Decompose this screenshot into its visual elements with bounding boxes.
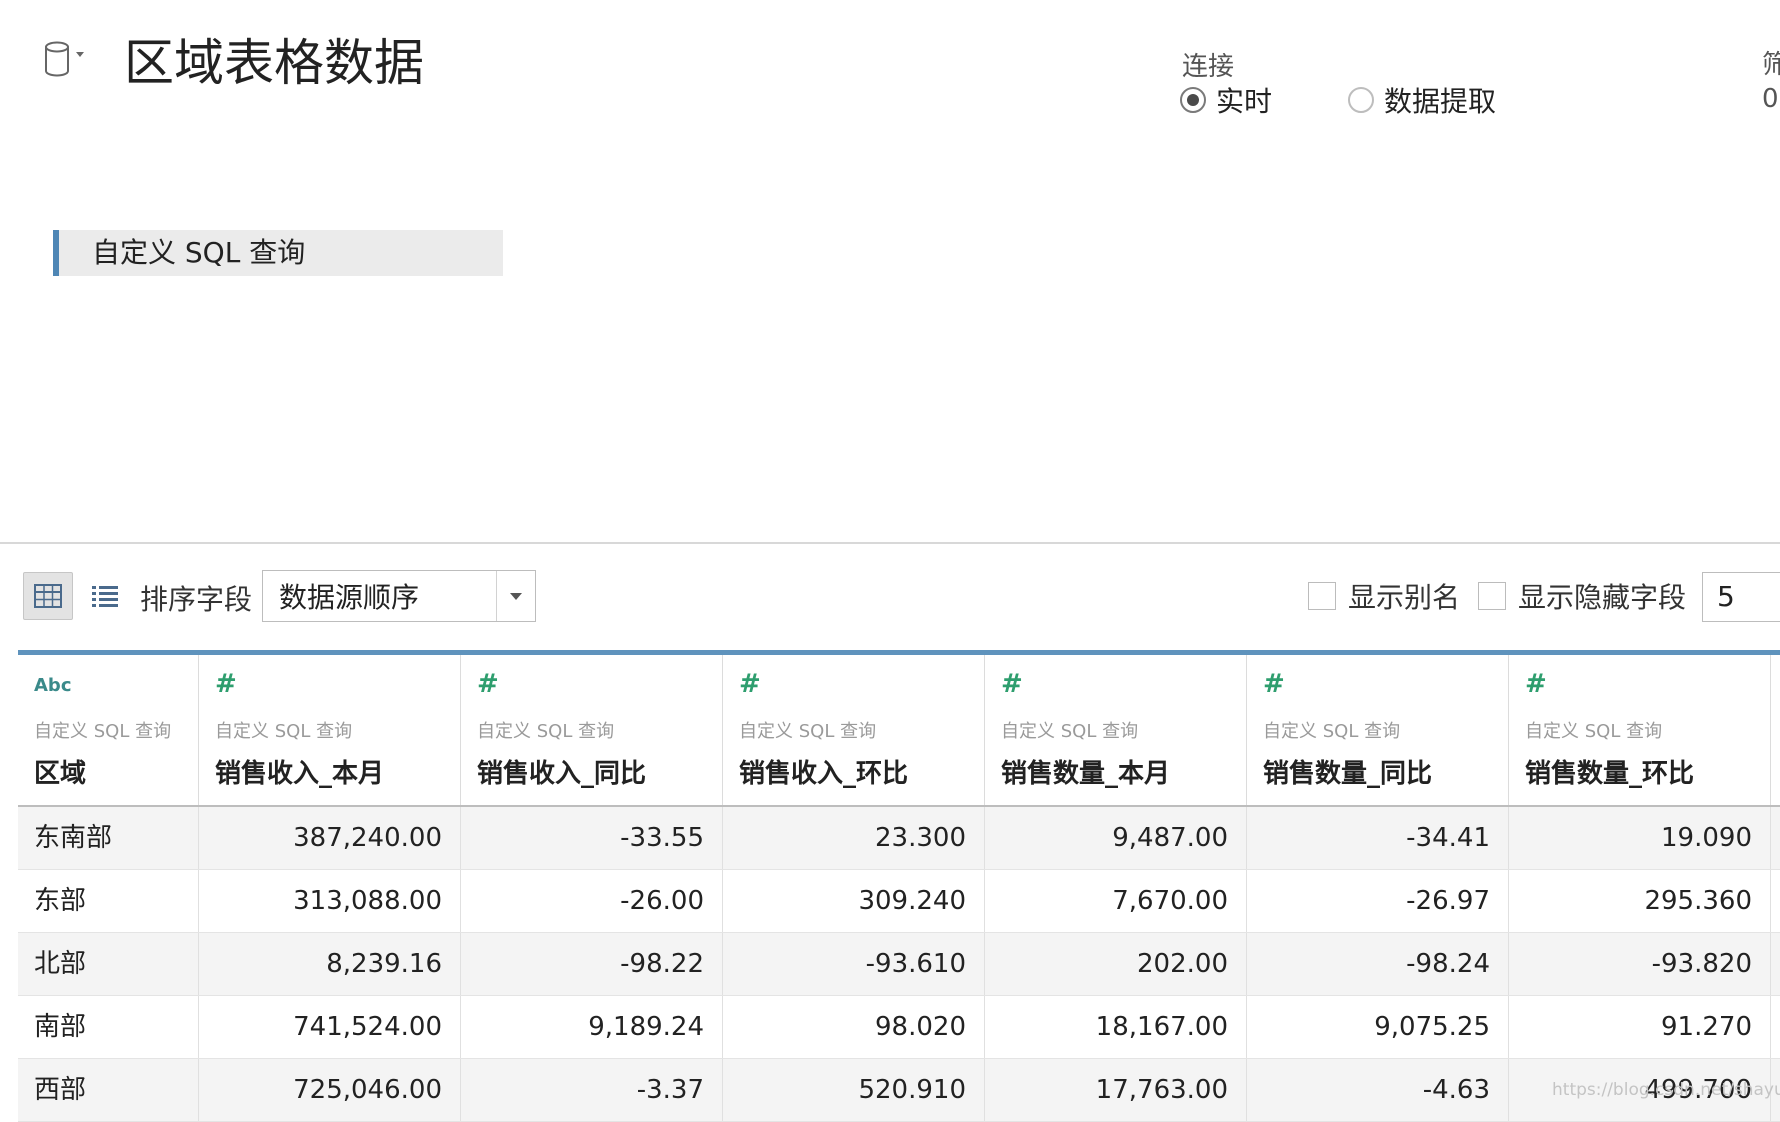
grid-header-row: Abc 自定义 SQL 查询 区域 # 自定义 SQL 查询 销售收入_本月 #… xyxy=(18,650,1780,807)
column-name: 销售收入_环比 xyxy=(739,759,909,789)
row-count-input[interactable]: 5 xyxy=(1702,572,1780,622)
table-cell[interactable]: -93.610 xyxy=(723,933,985,995)
column-source: 自定义 SQL 查询 xyxy=(1001,721,1139,742)
table-cell[interactable]: 387,240.00 xyxy=(199,807,461,869)
table-cell[interactable]: 西部 xyxy=(18,1059,199,1121)
connection-extract-radio[interactable]: 数据提取 xyxy=(1348,80,1496,120)
table-cell[interactable]: -26.97 xyxy=(1247,870,1509,932)
table-cell[interactable]: 9,189.24 xyxy=(461,996,723,1058)
column-header[interactable]: Abc 自定义 SQL 查询 区域 xyxy=(18,655,199,805)
connection-live-radio[interactable]: 实时 xyxy=(1180,80,1272,120)
number-type-icon[interactable]: # xyxy=(477,669,499,699)
table-cell[interactable]: 295.360 xyxy=(1509,870,1771,932)
column-header[interactable]: # 自定义 SQL 查询 销售数量_环比 xyxy=(1509,655,1771,805)
table-cell[interactable]: 9,487.00 xyxy=(985,807,1247,869)
table-cell[interactable]: -33.55 xyxy=(461,807,723,869)
table-cell[interactable]: 南部 xyxy=(18,996,199,1058)
radio-unselected-icon xyxy=(1348,87,1374,113)
column-name: 销售数量_同比 xyxy=(1263,759,1433,789)
table-cell[interactable]: 19.090 xyxy=(1509,807,1771,869)
show-hidden-fields-checkbox[interactable]: 显示隐藏字段 xyxy=(1478,576,1686,616)
table-cell[interactable]: 18,167.00 xyxy=(985,996,1247,1058)
show-hidden-fields-label: 显示隐藏字段 xyxy=(1518,581,1687,614)
table-cell[interactable]: 520.910 xyxy=(723,1059,985,1121)
table-cell[interactable]: -3.37 xyxy=(461,1059,723,1121)
table-cell[interactable]: 北部 xyxy=(18,933,199,995)
column-name: 销售数量_本月 xyxy=(1001,759,1171,789)
show-alias-label: 显示别名 xyxy=(1348,581,1461,614)
column-header[interactable]: # 自定义 SQL 查询 销售数量_本月 xyxy=(985,655,1247,805)
connection-extract-label: 数据提取 xyxy=(1384,85,1497,118)
pane-divider[interactable] xyxy=(0,542,1780,544)
filter-count-cut: 0 xyxy=(1762,84,1779,114)
chevron-down-icon[interactable] xyxy=(496,571,535,621)
custom-sql-table-chip[interactable]: 自定义 SQL 查询 xyxy=(53,230,503,276)
table-row: 北部 8,239.16 -98.22 -93.610 202.00 -98.24… xyxy=(18,933,1780,996)
checkbox-unchecked-icon xyxy=(1478,582,1506,610)
radio-selected-icon xyxy=(1180,87,1206,113)
table-cell[interactable]: 东部 xyxy=(18,870,199,932)
number-type-icon[interactable]: # xyxy=(215,669,237,699)
column-name: 销售收入_本月 xyxy=(215,759,385,789)
table-cell[interactable]: -98.22 xyxy=(461,933,723,995)
column-source: 自定义 SQL 查询 xyxy=(1263,721,1401,742)
sort-field-label: 排序字段 xyxy=(140,583,253,616)
checkbox-unchecked-icon xyxy=(1308,582,1336,610)
table-cell[interactable]: 91.270 xyxy=(1509,996,1771,1058)
column-name: 销售收入_同比 xyxy=(477,759,647,789)
column-header[interactable]: # 自定义 SQL 查询 销售收入_同比 xyxy=(461,655,723,805)
column-header[interactable]: # 自定义 SQL 查询 销售收入_本月 xyxy=(199,655,461,805)
table-cell[interactable]: 7,670.00 xyxy=(985,870,1247,932)
table-cell[interactable]: -4.63 xyxy=(1247,1059,1509,1121)
table-cell[interactable]: 东南部 xyxy=(18,807,199,869)
number-type-icon[interactable]: # xyxy=(1263,669,1285,699)
table-row: 西部 725,046.00 -3.37 520.910 17,763.00 -4… xyxy=(18,1059,1780,1122)
number-type-icon[interactable]: # xyxy=(1525,669,1547,699)
table-row: 东部 313,088.00 -26.00 309.240 7,670.00 -2… xyxy=(18,870,1780,933)
column-name: 区域 xyxy=(34,759,87,789)
list-view-button[interactable] xyxy=(88,572,122,620)
sort-field-value: 数据源顺序 xyxy=(279,581,420,614)
column-source: 自定义 SQL 查询 xyxy=(739,721,877,742)
column-source: 自定义 SQL 查询 xyxy=(1525,721,1663,742)
table-cell[interactable]: 23.300 xyxy=(723,807,985,869)
show-alias-checkbox[interactable]: 显示别名 xyxy=(1308,576,1460,616)
column-name: 销售数量_环比 xyxy=(1525,759,1695,789)
watermark: https://blog.csdn.net/shayuwei xyxy=(1552,1080,1780,1100)
connection-live-label: 实时 xyxy=(1216,85,1273,118)
table-cell[interactable]: 98.020 xyxy=(723,996,985,1058)
number-type-icon[interactable]: # xyxy=(1001,669,1023,699)
table-row: 东南部 387,240.00 -33.55 23.300 9,487.00 -3… xyxy=(18,807,1780,870)
column-source: 自定义 SQL 查询 xyxy=(215,721,353,742)
table-cell[interactable]: -26.00 xyxy=(461,870,723,932)
data-grid: Abc 自定义 SQL 查询 区域 # 自定义 SQL 查询 销售收入_本月 #… xyxy=(18,650,1780,1122)
string-type-icon[interactable]: Abc xyxy=(34,675,72,696)
filter-label-cut[interactable]: 筛 xyxy=(1762,44,1780,81)
column-header[interactable]: # 自定义 SQL 查询 销售收入_环比 xyxy=(723,655,985,805)
table-cell[interactable]: 309.240 xyxy=(723,870,985,932)
table-cell[interactable]: -93.820 xyxy=(1509,933,1771,995)
column-header[interactable]: # 自定义 SQL 查询 销售数量_同比 xyxy=(1247,655,1509,805)
data-source-icon[interactable] xyxy=(42,40,94,80)
number-type-icon[interactable]: # xyxy=(739,669,761,699)
table-row: 南部 741,524.00 9,189.24 98.020 18,167.00 … xyxy=(18,996,1780,1059)
sort-field-select[interactable]: 数据源顺序 xyxy=(262,570,536,622)
table-cell[interactable]: -98.24 xyxy=(1247,933,1509,995)
table-cell[interactable]: 202.00 xyxy=(985,933,1247,995)
grid-view-button[interactable] xyxy=(23,572,73,620)
table-cell[interactable]: 741,524.00 xyxy=(199,996,461,1058)
table-cell[interactable]: 725,046.00 xyxy=(199,1059,461,1121)
page-title: 区域表格数据 xyxy=(124,34,424,92)
list-icon xyxy=(92,586,118,607)
column-source: 自定义 SQL 查询 xyxy=(34,721,172,742)
column-source: 自定义 SQL 查询 xyxy=(477,721,615,742)
table-cell[interactable]: 313,088.00 xyxy=(199,870,461,932)
table-cell[interactable]: -34.41 xyxy=(1247,807,1509,869)
table-cell[interactable]: 8,239.16 xyxy=(199,933,461,995)
table-cell[interactable]: 17,763.00 xyxy=(985,1059,1247,1121)
table-cell[interactable]: 9,075.25 xyxy=(1247,996,1509,1058)
connection-label: 连接 xyxy=(1182,52,1235,82)
grid-icon xyxy=(34,584,62,608)
